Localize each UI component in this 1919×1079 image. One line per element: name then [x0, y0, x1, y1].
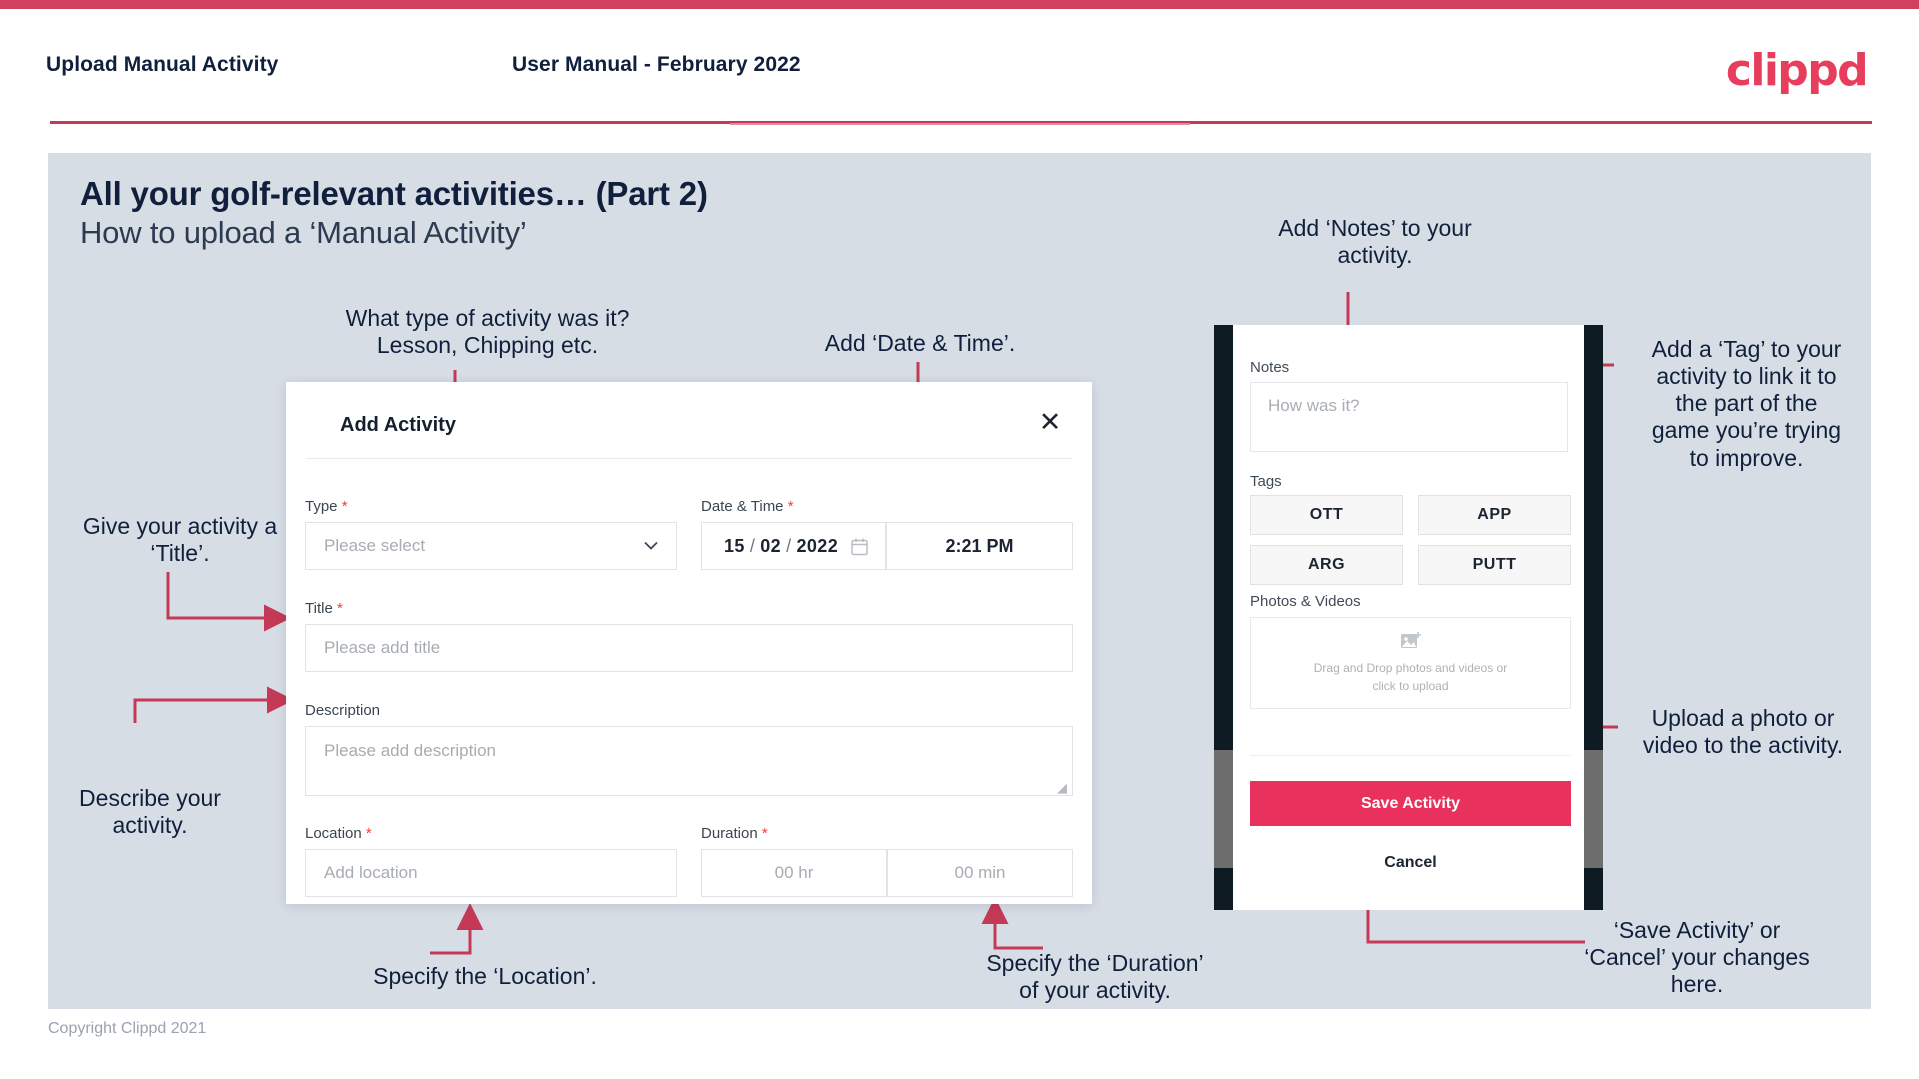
description-placeholder: Please add description: [324, 741, 497, 760]
date-sep-2: /: [786, 535, 792, 556]
date-day: 15: [724, 535, 745, 556]
annotation-notes: Add ‘Notes’ to your activity.: [1278, 215, 1472, 269]
annotation-datetime: Add ‘Date & Time’.: [824, 330, 1016, 356]
date-sep-1: /: [749, 535, 756, 556]
annotation-description: Describe your activity.: [79, 785, 221, 839]
mobile-device-preview: Notes How was it? Tags OTT APP ARG PUTT …: [1214, 325, 1603, 910]
duration-label: Duration *: [701, 825, 768, 842]
tag-ott[interactable]: OTT: [1250, 495, 1403, 535]
annotation-location: Specify the ‘Location’.: [373, 963, 597, 989]
device-screen: Notes How was it? Tags OTT APP ARG PUTT …: [1233, 325, 1584, 910]
scrollbar-left[interactable]: [1214, 750, 1233, 868]
close-icon[interactable]: ✕: [1032, 404, 1068, 440]
dialog-title: Add Activity: [340, 414, 456, 436]
title-label-text: Title: [305, 600, 333, 617]
date-month: 02: [760, 535, 782, 556]
location-placeholder: Add location: [324, 863, 418, 882]
datetime-required-star: *: [787, 498, 794, 515]
page-header: Upload Manual Activity User Manual - Feb…: [0, 9, 1919, 120]
annotation-tag: Add a ‘Tag’ to your activity to link it t…: [1651, 336, 1842, 471]
duration-hours-input[interactable]: 00 hr: [701, 849, 887, 897]
header-divider-secondary: [730, 123, 1190, 125]
header-center-title: User Manual - February 2022: [512, 53, 801, 76]
resize-handle-icon[interactable]: ◢: [1057, 781, 1069, 794]
duration-minutes-input[interactable]: 00 min: [887, 849, 1073, 897]
datetime-label-text: Date & Time: [701, 498, 784, 515]
cancel-button[interactable]: Cancel: [1250, 843, 1571, 883]
dropzone-line-2: click to upload: [1372, 679, 1449, 693]
header-left-title: Upload Manual Activity: [46, 53, 279, 76]
mobile-divider: [1250, 755, 1571, 756]
location-required-star: *: [365, 825, 372, 842]
add-activity-dialog: Add Activity ✕ Type * Please select Date…: [286, 382, 1092, 904]
description-textarea[interactable]: Please add description ◢: [305, 726, 1073, 796]
tag-app[interactable]: APP: [1418, 495, 1571, 535]
chevron-down-icon: [644, 541, 658, 550]
type-label: Type *: [305, 498, 348, 515]
save-activity-button[interactable]: Save Activity: [1250, 781, 1571, 826]
annotation-upload: Upload a photo or video to the activity.: [1642, 705, 1844, 759]
notes-placeholder: How was it?: [1268, 396, 1360, 415]
type-label-text: Type: [305, 498, 338, 515]
tags-label: Tags: [1250, 473, 1282, 490]
duration-required-star: *: [761, 825, 768, 842]
type-placeholder: Please select: [324, 536, 426, 555]
type-select[interactable]: Please select: [305, 522, 677, 570]
description-label-text: Description: [305, 702, 381, 719]
notes-label: Notes: [1250, 359, 1290, 376]
top-accent-bar: [0, 0, 1919, 9]
device-bezel-left: [1214, 325, 1233, 910]
slide-subtitle: How to upload a ‘Manual Activity’: [80, 215, 527, 250]
date-input[interactable]: 15 / 02 / 2022: [701, 522, 886, 570]
scrollbar-right[interactable]: [1584, 750, 1603, 868]
calendar-icon[interactable]: [850, 537, 869, 556]
tag-arg[interactable]: ARG: [1250, 545, 1403, 585]
datetime-label: Date & Time *: [701, 498, 794, 515]
title-input[interactable]: Please add title: [305, 624, 1073, 672]
clippd-logo: clippd: [1725, 45, 1869, 96]
add-image-icon: [1400, 632, 1421, 648]
date-year: 2022: [796, 535, 839, 556]
title-label: Title *: [305, 600, 343, 617]
device-bezel-right: [1584, 325, 1603, 910]
photos-label: Photos & Videos: [1250, 593, 1361, 610]
footer-copyright: Copyright Clippd 2021: [48, 1020, 207, 1037]
type-required-star: *: [341, 498, 348, 515]
photo-dropzone[interactable]: Drag and Drop photos and videos or click…: [1250, 617, 1571, 709]
time-input[interactable]: 2:21 PM: [886, 522, 1073, 570]
description-label: Description: [305, 702, 380, 719]
title-placeholder: Please add title: [324, 638, 441, 657]
location-label-text: Location: [305, 825, 362, 842]
location-input[interactable]: Add location: [305, 849, 677, 897]
slide-title: All your golf-relevant activities… (Part…: [80, 175, 708, 212]
annotation-duration: Specify the ‘Duration’ of your activity.: [986, 950, 1204, 1004]
annotation-title: Give your activity a ‘Title’.: [82, 513, 278, 567]
dialog-divider: [306, 458, 1072, 459]
title-required-star: *: [336, 600, 343, 617]
dropzone-line-1: Drag and Drop photos and videos or: [1313, 661, 1508, 675]
annotation-save: ‘Save Activity’ or ‘Cancel’ your changes h…: [1584, 917, 1810, 998]
annotation-type: What type of activity was it? Lesson, Chi…: [345, 305, 630, 359]
notes-textarea[interactable]: How was it?: [1250, 382, 1568, 452]
location-label: Location *: [305, 825, 372, 842]
duration-label-text: Duration: [701, 825, 758, 842]
tag-putt[interactable]: PUTT: [1418, 545, 1571, 585]
